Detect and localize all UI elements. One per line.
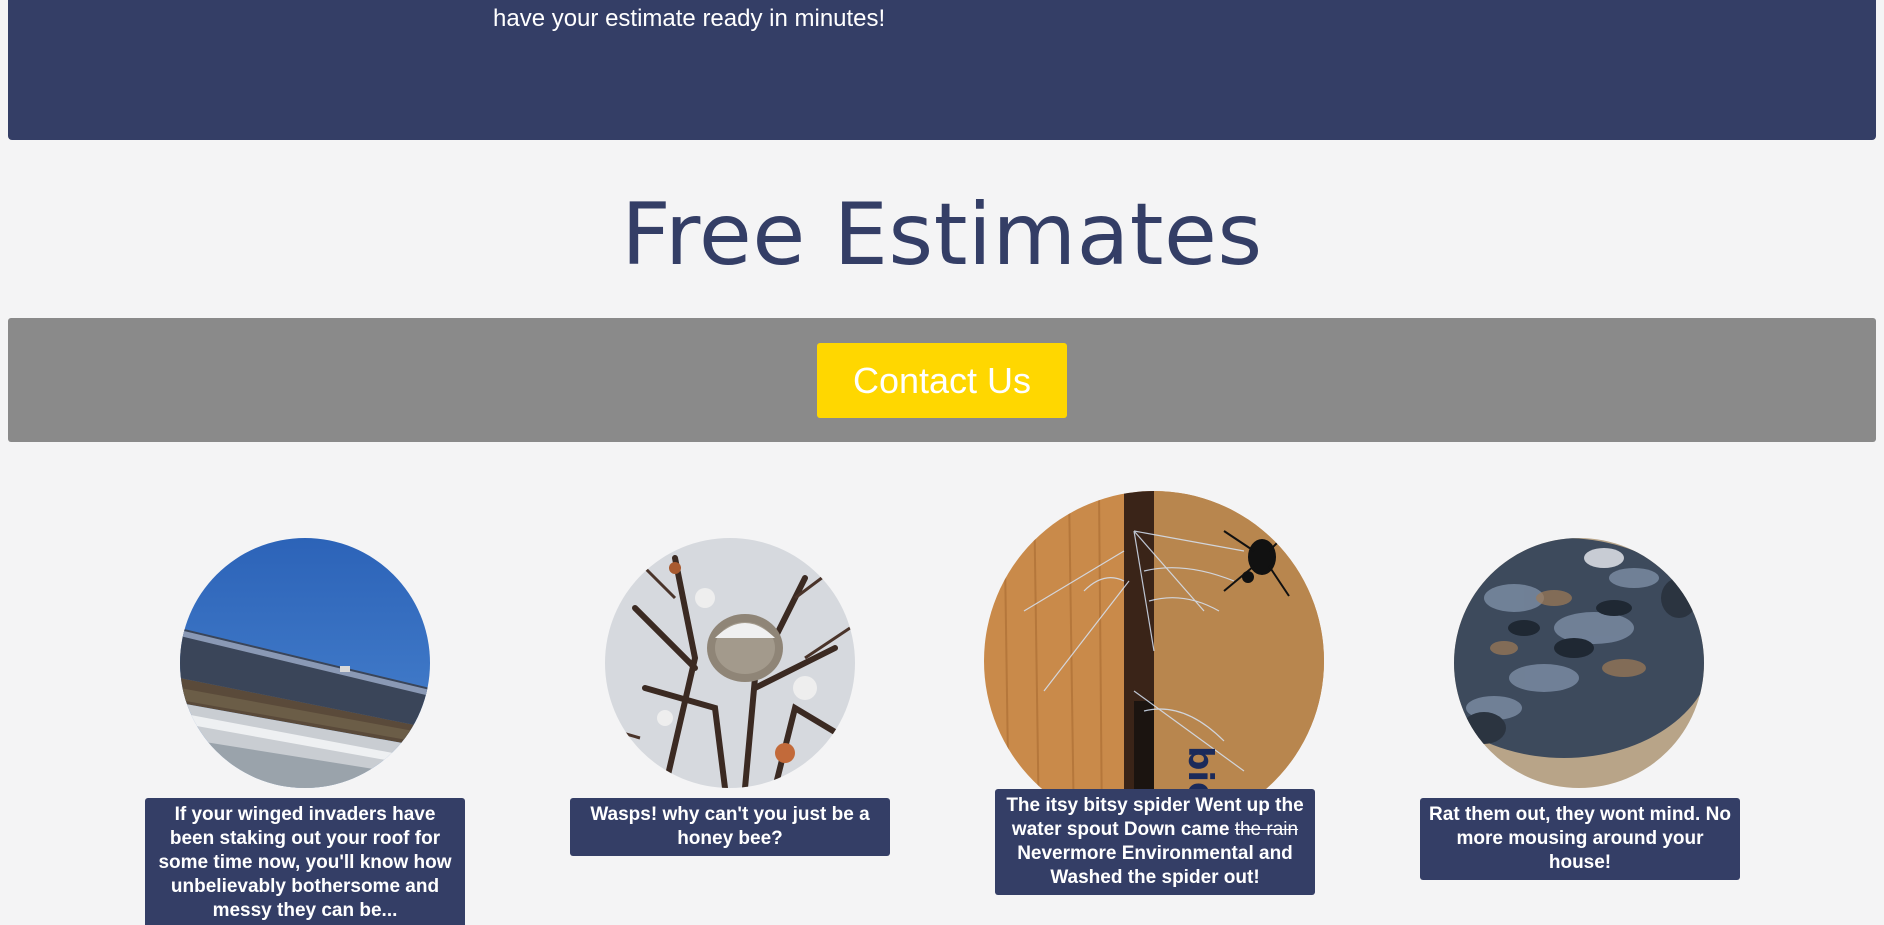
card-caption: Wasps! why can't you just be a honey bee… [570, 798, 890, 856]
roof-gutter-photo [180, 538, 430, 788]
card-caption: The itsy bitsy spider Went up the water … [995, 789, 1315, 895]
caption-text-after: Nevermore Environmental and Washed the s… [1017, 843, 1293, 888]
contact-us-button[interactable]: Contact Us [817, 343, 1067, 418]
card-caption: If your winged invaders have been stakin… [145, 798, 465, 925]
cta-band: Contact Us [8, 318, 1876, 442]
banner-text: have your estimate ready in minutes! [493, 5, 886, 32]
caption-struck-text: the rain [1234, 819, 1299, 840]
card-caption: Rat them out, they wont mind. No more mo… [1420, 798, 1740, 880]
page-title: Free Estimates [621, 185, 1263, 285]
rat-fur-photo [1454, 538, 1704, 788]
wasp-nest-photo [605, 538, 855, 788]
spider-web-photo: bid [984, 491, 1324, 831]
page: have your estimate ready in minutes! Fre… [0, 0, 1884, 925]
top-banner: have your estimate ready in minutes! [8, 0, 1876, 140]
